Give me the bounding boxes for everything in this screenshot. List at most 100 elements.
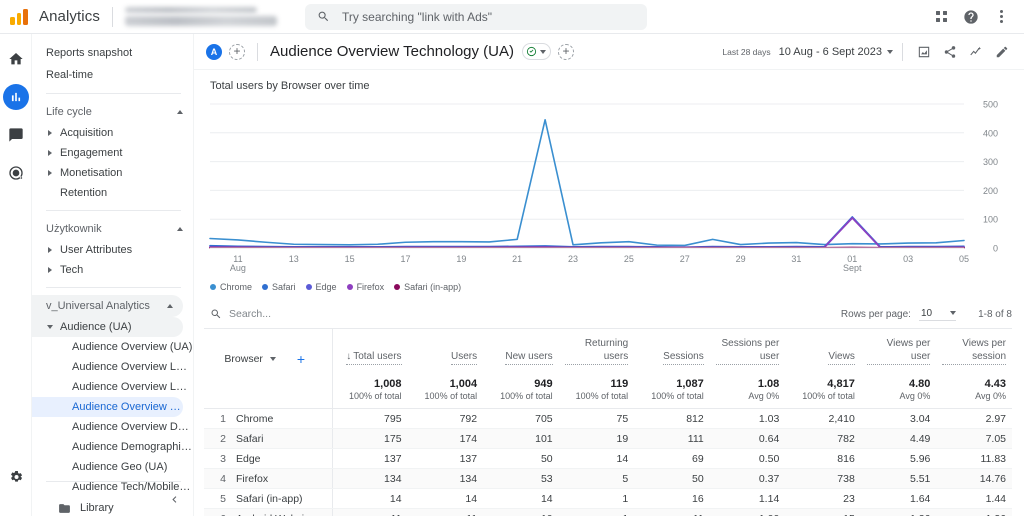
home-icon[interactable] <box>3 46 29 72</box>
row-metric-cell: 134 <box>332 468 408 489</box>
row-metric-cell: 23 <box>785 488 861 509</box>
row-name[interactable]: Chrome <box>236 413 273 425</box>
date-range-picker[interactable]: 10 Aug - 6 Sept 2023 <box>779 46 893 58</box>
add-dimension-button[interactable]: + <box>297 352 305 366</box>
table-row[interactable]: 4 Firefox 134 134 53 5 50 0.37 738 5.51 14.76 <box>204 468 1012 489</box>
sidebar-item-audience-overview-ua[interactable]: Audience Overview (UA) <box>32 337 193 357</box>
legend-item-edge[interactable]: Edge <box>305 282 337 292</box>
collapse-icon[interactable] <box>32 482 193 516</box>
col-sessions[interactable]: Sessions <box>634 328 710 372</box>
chart-plot-area[interactable]: 0 100 200 300 400 500 11 Aug 13 15 17 19 21 23 25 27 29 3… <box>204 98 1012 276</box>
sidebar-item-retention[interactable]: Retention <box>32 183 193 203</box>
label: Audience Demographics (… <box>72 441 193 453</box>
legend-color-dot <box>305 284 312 290</box>
audience-badge[interactable]: A <box>206 43 222 60</box>
row-index: 1 <box>220 412 226 425</box>
analytics-app: Analytics Try searching "link with Ads" … <box>0 0 1024 516</box>
totals-cell: 949 100% of total <box>483 372 559 409</box>
row-name[interactable]: Firefox <box>236 473 268 485</box>
legend-item-safari[interactable]: Safari <box>262 282 296 292</box>
sidebar-group-universal-analytics[interactable]: v_Universal Analytics <box>32 295 183 317</box>
apps-grid-icon[interactable] <box>928 4 954 30</box>
col-total-users[interactable]: ↓ Total users <box>332 328 408 372</box>
col-users[interactable]: Users <box>407 328 484 372</box>
add-comparison-button[interactable]: + <box>229 43 245 60</box>
legend-color-dot <box>394 284 401 290</box>
label: Acquisition <box>60 127 114 139</box>
sidebar-item-audience-overview-location[interactable]: Audience Overview Locati… <box>32 377 193 397</box>
col-new-users[interactable]: New users <box>483 328 559 372</box>
svg-text:31: 31 <box>791 254 801 264</box>
sidebar-group-uzytkownik[interactable]: Użytkownik <box>32 218 193 240</box>
explore-icon[interactable] <box>3 122 29 148</box>
sidebar-item-reports-snapshot[interactable]: Reports snapshot <box>32 42 193 64</box>
pagination-controls: Rows per page: 10 1-8 of 8 <box>841 308 1012 321</box>
sidebar-item-acquisition[interactable]: Acquisition <box>32 123 193 143</box>
row-index: 3 <box>220 452 226 465</box>
totals-value: 1,087 <box>676 378 704 390</box>
col-returning-users[interactable]: Returning users <box>558 328 635 372</box>
legend-item-chrome[interactable]: Chrome <box>210 282 252 292</box>
sidebar-item-audience-geo[interactable]: Audience Geo (UA) <box>32 457 193 477</box>
status-badge[interactable] <box>522 43 552 60</box>
row-metric-cell: 19 <box>558 428 635 449</box>
add-button[interactable]: + <box>558 43 575 60</box>
row-name[interactable]: Android Webview <box>236 513 318 516</box>
edit-icon[interactable] <box>990 40 1014 64</box>
sidebar-item-engagement[interactable]: Engagement <box>32 143 193 163</box>
more-vert-icon[interactable] <box>988 4 1014 30</box>
chevron-down-icon[interactable] <box>269 357 276 361</box>
dimension-select[interactable]: Browser <box>224 353 263 365</box>
col-sessions-per-user[interactable]: Sessions per user <box>709 328 786 372</box>
table-search-input[interactable] <box>229 308 409 320</box>
table-row[interactable]: 5 Safari (in-app) 14 14 14 1 16 1.14 23 1.64 1.44 <box>204 488 1012 509</box>
body: Reports snapshot Real-time Life cycle Ac… <box>0 34 1024 516</box>
reports-icon[interactable] <box>2 84 29 110</box>
col-views-per-user[interactable]: Views per user <box>860 328 937 372</box>
report-scroll-area[interactable]: Total users by Browser over time 0 100 200… <box>194 70 1024 516</box>
account-selector-blurred[interactable] <box>124 7 277 26</box>
row-name[interactable]: Safari <box>236 433 263 445</box>
svg-text:400: 400 <box>983 128 998 138</box>
sidebar-item-real-time[interactable]: Real-time <box>32 64 193 86</box>
row-name[interactable]: Edge <box>236 453 261 465</box>
totals-value: 4.43 <box>984 378 1006 390</box>
brand-name: Analytics <box>39 8 100 25</box>
sidebar-item-audience-overview-device[interactable]: Audience Overview Device… <box>32 417 193 437</box>
totals-value: 1,004 <box>449 378 478 390</box>
sidebar-item-audience-ua[interactable]: Audience (UA) <box>32 317 183 337</box>
rows-per-page-select[interactable]: 10 <box>918 308 957 321</box>
share-icon[interactable] <box>938 40 962 64</box>
table-row[interactable]: 3 Edge 137 137 50 14 69 0.50 816 5.96 11.83 <box>204 448 1012 469</box>
chevron-right-icon <box>48 247 52 253</box>
legend-item-firefox[interactable]: Firefox <box>346 282 384 292</box>
totals-subtext: 100% of total <box>424 391 478 401</box>
compare-icon[interactable] <box>912 40 936 64</box>
search-icon <box>318 11 329 22</box>
svg-text:21: 21 <box>512 254 522 264</box>
sidebar-item-audience-demographics[interactable]: Audience Demographics (… <box>32 437 193 457</box>
table-row[interactable]: 6Android Webview1111101111.00151.361.36 <box>204 508 1012 516</box>
sidebar-item-audience-overview-technology[interactable]: Audience Overview Techn… <box>32 397 183 417</box>
sidebar-item-tech[interactable]: Tech <box>32 260 193 280</box>
sidebar-group-life-cycle[interactable]: Life cycle <box>32 101 193 123</box>
row-metric-cell: 795 <box>332 408 408 429</box>
table-search[interactable] <box>210 308 409 320</box>
row-metric-cell: 11 <box>634 508 710 516</box>
insights-icon[interactable] <box>964 40 988 64</box>
row-name[interactable]: Safari (in-app) <box>236 493 303 505</box>
table-row[interactable]: 2 Safari 175 174 101 19 111 0.64 782 4.49 7.05 <box>204 428 1012 449</box>
col-views-per-session[interactable]: Views per session <box>936 328 1012 372</box>
legend-item-safari-in-app[interactable]: Safari (in-app) <box>394 282 461 292</box>
help-icon[interactable] <box>958 4 984 30</box>
search-input[interactable] <box>341 9 635 24</box>
global-search[interactable] <box>304 3 647 30</box>
sidebar-item-user-attributes[interactable]: User Attributes <box>32 240 193 260</box>
col-views[interactable]: Views <box>785 328 861 372</box>
sidebar-footer <box>32 481 193 516</box>
sidebar-item-audience-overview-language[interactable]: Audience Overview Langu… <box>32 357 193 377</box>
sidebar-item-monetisation[interactable]: Monetisation <box>32 163 193 183</box>
table-row[interactable]: 1 Chrome 795 792 705 75 812 1.03 2,410 3.04 2.97 <box>204 408 1012 429</box>
gear-icon[interactable] <box>3 464 29 490</box>
advertising-icon[interactable] <box>3 160 29 186</box>
